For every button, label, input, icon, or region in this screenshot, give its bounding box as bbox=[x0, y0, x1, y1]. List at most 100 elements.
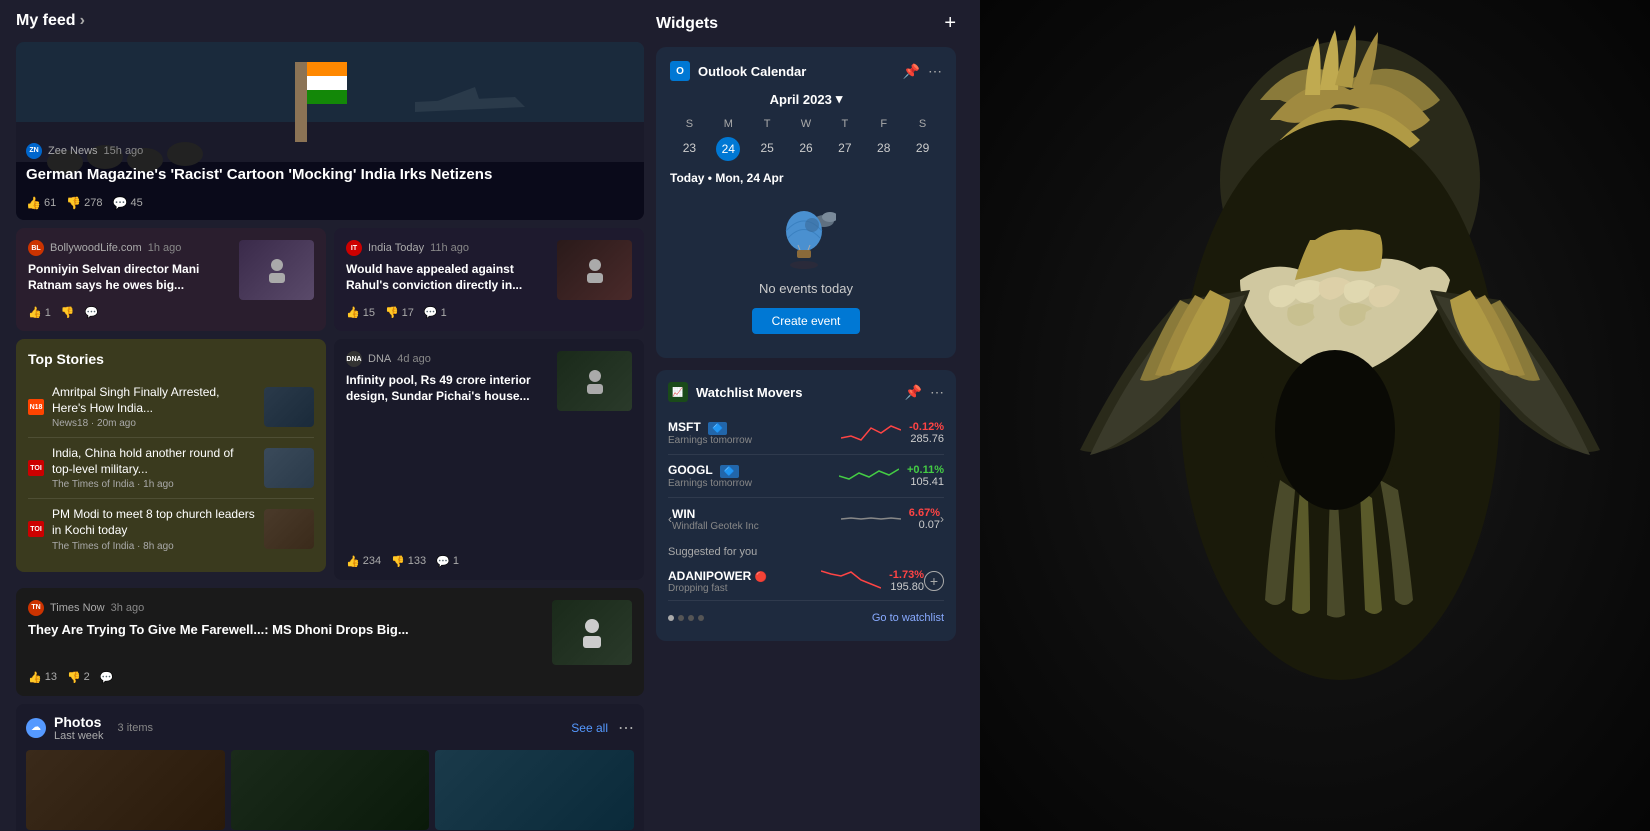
win-chart bbox=[841, 504, 901, 534]
adani-row[interactable]: ADANIPOWER 🔴 Dropping fast -1.73% 195.80… bbox=[668, 562, 944, 601]
create-event-button[interactable]: Create event bbox=[752, 308, 861, 334]
boll-dislike[interactable]: 👎 bbox=[61, 306, 75, 319]
adani-sub: Dropping fast bbox=[668, 583, 813, 594]
adani-change: -1.73% bbox=[889, 569, 924, 581]
dna-comment-icon: 💬 bbox=[436, 555, 450, 568]
cal-25[interactable]: 25 bbox=[748, 137, 787, 161]
it-like[interactable]: 👍 15 bbox=[346, 306, 375, 319]
watchlist-pin-button[interactable]: 📌 bbox=[905, 384, 922, 401]
cal-day-s1: S bbox=[670, 115, 709, 133]
photo-3[interactable] bbox=[435, 750, 634, 830]
adani-info: ADANIPOWER 🔴 Dropping fast bbox=[668, 569, 813, 594]
dislike-action[interactable]: 👎 278 bbox=[66, 196, 102, 210]
story-3-text: PM Modi to meet 8 top church leaders in … bbox=[52, 507, 256, 551]
googl-sub: Earnings tomorrow bbox=[668, 478, 831, 489]
photos-more-button[interactable]: ⋯ bbox=[618, 718, 634, 738]
photos-subtitle: Last week bbox=[54, 730, 104, 742]
like-action[interactable]: 👍 61 bbox=[26, 196, 56, 210]
watchlist-more-button[interactable]: ⋯ bbox=[930, 384, 944, 401]
dna-card[interactable]: DNA DNA 4d ago Infinity pool, Rs 49 cror… bbox=[334, 339, 644, 580]
calendar-widget: O Outlook Calendar 📌 ⋯ April 2023 ▾ S bbox=[656, 47, 956, 358]
bollywood-title: Ponniyin Selvan director Mani Ratnam say… bbox=[28, 262, 231, 293]
dna-comment[interactable]: 💬 1 bbox=[436, 555, 459, 568]
calendar-more-button[interactable]: ⋯ bbox=[928, 63, 942, 80]
story-3-source: The Times of India · 8h ago bbox=[52, 541, 256, 552]
story-item-2[interactable]: TOI India, China hold another round of t… bbox=[28, 438, 314, 499]
cal-day-t1: T bbox=[748, 115, 787, 133]
story-1-source: News18 · 20m ago bbox=[52, 418, 256, 429]
dna-like[interactable]: 👍 234 bbox=[346, 555, 381, 568]
msft-price-info: -0.12% 285.76 bbox=[909, 421, 944, 445]
like-icon: 👍 bbox=[26, 196, 41, 210]
win-row[interactable]: WIN Windfall Geotek Inc 6.67% 0.07 bbox=[672, 498, 940, 540]
times-now-card[interactable]: TN Times Now 3h ago They Are Trying To G… bbox=[16, 588, 644, 696]
boll-like[interactable]: 👍 1 bbox=[28, 306, 51, 319]
watchlist-widget: 📈 Watchlist Movers 📌 ⋯ MSFT 🔷 Earning bbox=[656, 370, 956, 641]
bollywood-card[interactable]: BL BollywoodLife.com 1h ago Ponniyin Sel… bbox=[16, 228, 326, 331]
calendar-dropdown-icon[interactable]: ▾ bbox=[836, 91, 843, 107]
tn-comment[interactable]: 💬 bbox=[100, 671, 114, 684]
googl-row[interactable]: GOOGL 🔷 Earnings tomorrow +0.11% 105.41 bbox=[668, 455, 944, 498]
go-to-watchlist-button[interactable]: Go to watchlist bbox=[704, 612, 944, 624]
dna-dislike-icon: 👎 bbox=[391, 555, 405, 568]
calendar-pin-button[interactable]: 📌 bbox=[903, 63, 920, 80]
toi-logo-1: TOI bbox=[28, 460, 44, 476]
bollywood-logo: BL bbox=[28, 240, 44, 256]
msft-sub: Earnings tomorrow bbox=[668, 435, 833, 446]
tn-time: 3h ago bbox=[111, 602, 145, 614]
news-row-1: BL BollywoodLife.com 1h ago Ponniyin Sel… bbox=[16, 228, 644, 331]
cal-23[interactable]: 23 bbox=[670, 137, 709, 161]
dna-dislike[interactable]: 👎 133 bbox=[391, 555, 426, 568]
msft-ticker: MSFT 🔷 bbox=[668, 420, 833, 435]
cal-day-s2: S bbox=[903, 115, 942, 133]
cal-27[interactable]: 27 bbox=[825, 137, 864, 161]
large-news-card[interactable]: ZN Zee News 15h ago German Magazine's 'R… bbox=[16, 42, 644, 220]
cal-24-today[interactable]: 24 bbox=[716, 137, 740, 161]
cal-29[interactable]: 29 bbox=[903, 137, 942, 161]
win-change: 6.67% bbox=[909, 507, 940, 519]
win-price-info: 6.67% 0.07 bbox=[909, 507, 940, 531]
story-item-3[interactable]: TOI PM Modi to meet 8 top church leaders… bbox=[28, 499, 314, 559]
cal-26[interactable]: 26 bbox=[787, 137, 826, 161]
add-adani-button[interactable]: + bbox=[924, 571, 944, 591]
cal-28[interactable]: 28 bbox=[864, 137, 903, 161]
it-dislike-icon: 👎 bbox=[385, 306, 399, 319]
tn-like[interactable]: 👍 13 bbox=[28, 671, 57, 684]
india-today-card[interactable]: IT India Today 11h ago Would have appeal… bbox=[334, 228, 644, 331]
msft-chart bbox=[841, 418, 901, 448]
see-all-button[interactable]: See all bbox=[571, 721, 608, 735]
boll-comment[interactable]: 💬 bbox=[85, 306, 99, 319]
cal-day-t2: T bbox=[825, 115, 864, 133]
photo-1[interactable] bbox=[26, 750, 225, 830]
boll-comment-icon: 💬 bbox=[85, 306, 99, 319]
times-now-logo: TN bbox=[28, 600, 44, 616]
msft-row[interactable]: MSFT 🔷 Earnings tomorrow -0.12% 285.76 bbox=[668, 412, 944, 455]
googl-info: GOOGL 🔷 Earnings tomorrow bbox=[668, 463, 831, 489]
story-item-1[interactable]: N18 Amritpal Singh Finally Arrested, Her… bbox=[28, 377, 314, 438]
it-like-icon: 👍 bbox=[346, 306, 360, 319]
tn-dislike[interactable]: 👎 2 bbox=[67, 671, 90, 684]
it-time: 11h ago bbox=[430, 242, 469, 254]
story-1-title: Amritpal Singh Finally Arrested, Here's … bbox=[52, 385, 256, 416]
calendar-month: April 2023 ▾ bbox=[670, 91, 942, 107]
it-comment[interactable]: 💬 1 bbox=[424, 306, 447, 319]
feed-title[interactable]: My feed bbox=[16, 12, 76, 30]
watchlist-next-button[interactable]: › bbox=[940, 512, 944, 526]
story-3-title: PM Modi to meet 8 top church leaders in … bbox=[52, 507, 256, 538]
tn-title: They Are Trying To Give Me Farewell...: … bbox=[28, 622, 544, 639]
googl-chart bbox=[839, 461, 899, 491]
watchlist-title: Watchlist Movers bbox=[696, 385, 802, 400]
it-dislike[interactable]: 👎 17 bbox=[385, 306, 414, 319]
large-card-actions: 👍 61 👎 278 💬 45 bbox=[26, 190, 492, 210]
adani-price-info: -1.73% 195.80 bbox=[889, 569, 924, 593]
comment-icon: 💬 bbox=[113, 196, 128, 210]
photo-2[interactable] bbox=[231, 750, 430, 830]
comment-action[interactable]: 💬 45 bbox=[113, 196, 143, 210]
tn-thumb bbox=[552, 600, 632, 665]
msft-tag: 🔷 bbox=[708, 422, 727, 435]
top-stories-header: Top Stories bbox=[28, 351, 314, 367]
googl-price-info: +0.11% 105.41 bbox=[907, 464, 944, 488]
tn-like-icon: 👍 bbox=[28, 671, 42, 684]
today-label: Today • Mon, 24 Apr bbox=[670, 171, 942, 185]
add-widget-button[interactable]: + bbox=[944, 12, 956, 35]
